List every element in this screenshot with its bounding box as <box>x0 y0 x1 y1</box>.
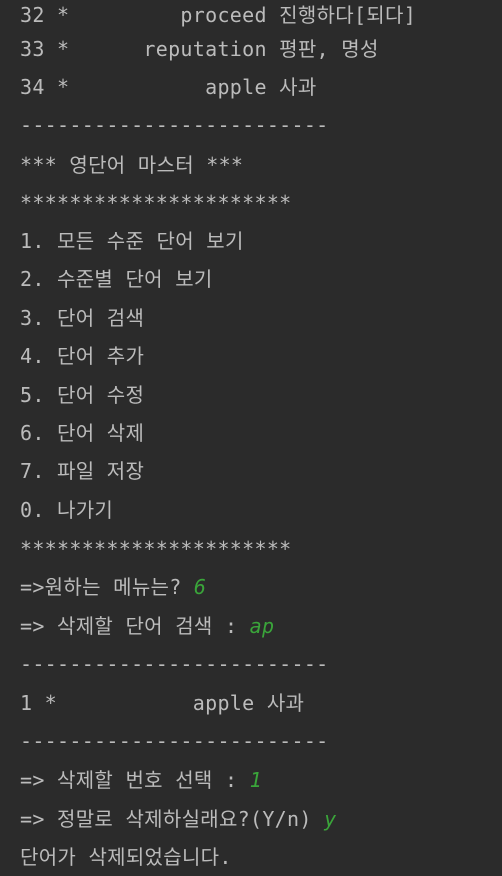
menu-border: ********************** <box>20 188 292 218</box>
line-text: ********************** <box>20 537 292 561</box>
separator-line: ------------------------- <box>20 649 329 679</box>
line-text: 7. 파일 저장 <box>20 459 145 483</box>
line-text: 5. 단어 수정 <box>20 383 145 407</box>
menu-title: *** 영단어 마스터 *** <box>20 150 243 180</box>
console-line: 32 * proceed 진행하다[되다] <box>20 0 416 30</box>
line-text: 3. 단어 검색 <box>20 306 145 330</box>
line-text: 34 * apple 사과 <box>20 75 317 99</box>
menu-item: 6. 단어 삭제 <box>20 418 144 448</box>
prompt-text: => 삭제할 번호 선택 : <box>20 768 250 792</box>
separator-line: ------------------------- <box>20 110 329 140</box>
user-input: y <box>324 807 337 831</box>
line-text: 32 * proceed 진행하다[되다] <box>20 3 417 27</box>
line-text: 1 * apple 사과 <box>20 691 305 715</box>
menu-item: 0. 나가기 <box>20 495 113 525</box>
prompt-text: => 삭제할 단어 검색 : <box>20 614 250 638</box>
line-text: 33 * reputation 평판, 명성 <box>20 37 379 61</box>
prompt-text: =>원하는 메뉴는? <box>20 575 194 599</box>
menu-item: 1. 모든 수준 단어 보기 <box>20 226 244 256</box>
line-text: *** 영단어 마스터 *** <box>20 153 244 177</box>
line-text: ------------------------- <box>20 652 329 676</box>
line-text: 1. 모든 수준 단어 보기 <box>20 229 244 253</box>
console-line: 34 * apple 사과 <box>20 72 317 102</box>
menu-item: 4. 단어 추가 <box>20 341 144 371</box>
menu-item: 7. 파일 저장 <box>20 456 144 486</box>
console-output[interactable]: 32 * proceed 진행하다[되다] 33 * reputation 평판… <box>0 0 502 876</box>
line-text: 4. 단어 추가 <box>20 344 145 368</box>
line-text: 단어가 삭제되었습니다. <box>20 845 232 869</box>
line-text: 6. 단어 삭제 <box>20 421 145 445</box>
user-input: 6 <box>193 575 207 599</box>
line-text: 0. 나가기 <box>20 498 114 522</box>
select-prompt: => 삭제할 번호 선택 : 1 <box>20 765 262 795</box>
user-input: 1 <box>249 768 262 792</box>
result-message: 단어가 삭제되었습니다. <box>20 842 232 872</box>
menu-item: 5. 단어 수정 <box>20 380 144 410</box>
menu-item: 2. 수준별 단어 보기 <box>20 264 213 294</box>
line-text: ********************** <box>20 191 292 215</box>
console-line: 33 * reputation 평판, 명성 <box>20 34 379 64</box>
search-result: 1 * apple 사과 <box>20 688 304 718</box>
menu-item: 3. 단어 검색 <box>20 303 144 333</box>
line-text: ------------------------- <box>20 729 329 753</box>
line-text: ------------------------- <box>20 113 329 137</box>
line-text: 2. 수준별 단어 보기 <box>20 267 213 291</box>
prompt-text: => 정말로 삭제하실래요?(Y/n) <box>20 807 325 831</box>
menu-prompt: =>원하는 메뉴는? 6 <box>20 572 206 602</box>
user-input: ap <box>249 614 275 638</box>
confirm-prompt: => 정말로 삭제하실래요?(Y/n) y <box>20 804 336 834</box>
search-prompt: => 삭제할 단어 검색 : ap <box>20 611 274 641</box>
menu-border: ********************** <box>20 534 292 564</box>
separator-line: ------------------------- <box>20 726 329 756</box>
